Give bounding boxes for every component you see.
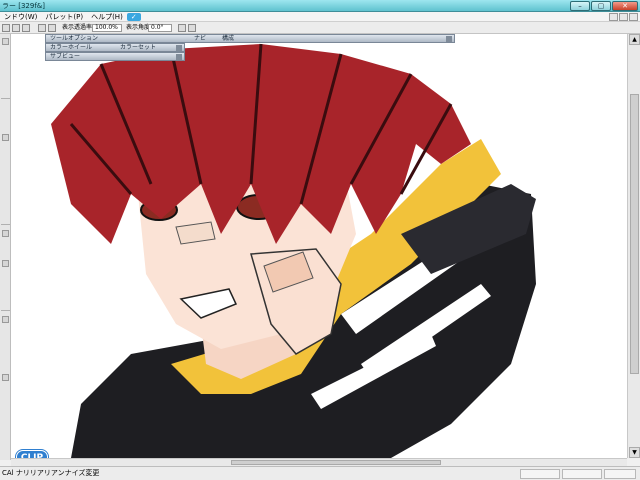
status-cell	[604, 469, 636, 479]
drawing-canvas[interactable]: ツールオプション ナビ 構成 カラーホイール カラーセット サブビュー	[11, 34, 627, 458]
illustration	[51, 43, 536, 458]
tab-navigator[interactable]: ナビ	[192, 35, 208, 42]
color-palette-header[interactable]: カラーホイール カラーセット	[45, 43, 185, 52]
vertical-scroll-thumb[interactable]	[630, 94, 639, 374]
menu-bar: ンドウ(W) パレット(P) ヘルプ(H) ✓	[0, 12, 640, 22]
menu-palette[interactable]: パレット(P)	[41, 12, 87, 21]
status-cell	[520, 469, 560, 479]
subview-palette-header[interactable]: サブビュー	[45, 52, 185, 61]
undo-icon[interactable]	[38, 24, 46, 32]
scroll-down-icon[interactable]: ▼	[629, 447, 640, 458]
redo-icon[interactable]	[48, 24, 56, 32]
left-dock	[0, 34, 11, 460]
dock-divider	[1, 224, 10, 225]
save-icon[interactable]	[22, 24, 30, 32]
status-cell	[562, 469, 602, 479]
tab-color-wheel[interactable]: カラーホイール	[48, 44, 94, 51]
dock-divider	[1, 310, 10, 311]
command-bar: 表示透過率 100.0% 表示角度 0.0°	[0, 22, 640, 34]
menu-badge-icon[interactable]: ✓	[126, 13, 141, 21]
status-bar: CAl ナリリアリアンナイズ変更	[0, 466, 640, 480]
rotate-right-icon[interactable]	[188, 24, 196, 32]
new-file-icon[interactable]	[2, 24, 10, 32]
opacity-field[interactable]: 100.0%	[92, 24, 122, 32]
doc-restore-button[interactable]	[619, 13, 628, 21]
palette-close-icon[interactable]	[176, 45, 182, 51]
tab-structure[interactable]: 構成	[220, 35, 236, 42]
title-bar[interactable]: ラー [329f&] – ▢ ✕	[0, 0, 640, 12]
tool-option-palette-header[interactable]: ツールオプション ナビ 構成	[45, 34, 455, 43]
window-title: ラー [329f&]	[2, 2, 45, 10]
angle-field[interactable]: 0.0°	[148, 24, 172, 32]
app-window: ラー [329f&] – ▢ ✕ ンドウ(W) パレット(P) ヘルプ(H) ✓…	[0, 0, 640, 480]
vertical-scrollbar[interactable]: ▲ ▼	[627, 34, 640, 458]
status-text: CAl ナリリアリアンナイズ変更	[2, 469, 100, 477]
dock-toggle-icon[interactable]	[2, 38, 9, 45]
palette-close-icon[interactable]	[446, 36, 452, 42]
dock-tool-icon[interactable]	[2, 260, 9, 267]
doc-close-button[interactable]	[629, 13, 638, 21]
open-file-icon[interactable]	[12, 24, 20, 32]
maximize-button[interactable]: ▢	[591, 1, 611, 11]
tab-tool-option[interactable]: ツールオプション	[48, 35, 100, 42]
dock-tool-icon[interactable]	[2, 134, 9, 141]
horizontal-scroll-thumb[interactable]	[231, 460, 441, 465]
close-button[interactable]: ✕	[612, 1, 638, 11]
window-controls: – ▢ ✕	[569, 1, 638, 11]
scroll-up-icon[interactable]: ▲	[629, 34, 640, 45]
opacity-label: 表示透過率	[62, 24, 93, 31]
dock-tool-icon[interactable]	[2, 374, 9, 381]
doc-minimize-button[interactable]	[609, 13, 618, 21]
dock-tool-icon[interactable]	[2, 230, 9, 237]
tab-color-set[interactable]: カラーセット	[118, 44, 158, 51]
menu-help[interactable]: ヘルプ(H)	[87, 12, 127, 21]
minimize-button[interactable]: –	[570, 1, 590, 11]
angle-label: 表示角度	[126, 24, 151, 31]
tab-subview[interactable]: サブビュー	[48, 53, 82, 60]
palette-close-icon[interactable]	[176, 54, 182, 60]
horizontal-scrollbar[interactable]	[11, 458, 627, 466]
menu-window[interactable]: ンドウ(W)	[0, 12, 41, 21]
dock-divider	[1, 98, 10, 99]
document-controls	[608, 13, 638, 21]
dock-tool-icon[interactable]	[2, 316, 9, 323]
rotate-left-icon[interactable]	[178, 24, 186, 32]
